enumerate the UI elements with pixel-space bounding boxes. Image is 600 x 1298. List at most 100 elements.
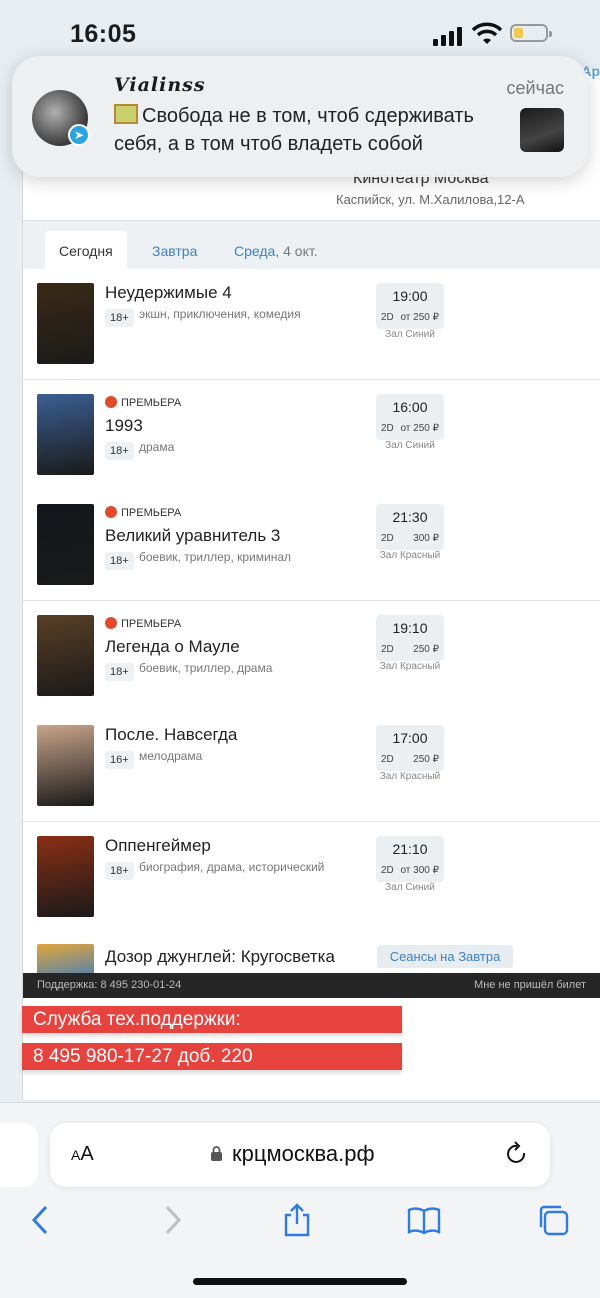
session-time: 19:00 [392,288,428,304]
premiere-label: ПРЕМЬЕРА [121,617,182,630]
tab-today[interactable]: Сегодня [45,231,127,272]
movie-item[interactable]: ПРЕМЬЕРА Великий уравнитель 3 18+ боевик, т… [23,490,600,601]
hall-name: Зал Красный [379,771,441,782]
tab-wednesday[interactable]: Среда, 4 окт. [234,243,318,259]
previous-tab-urlbar[interactable] [0,1123,38,1187]
movie-item[interactable]: ПРЕМЬЕРА 1993 18+ драма 16:00 2D от 250 ₽ З… [23,379,600,491]
session-button[interactable]: 19:10 2D 250 ₽ [376,614,444,661]
age-rating: 18+ [105,552,134,570]
premiere-badge: ПРЕМЬЕРА [105,395,181,409]
movie-title[interactable]: После. Навсегда [105,725,237,745]
premiere-icon [105,506,117,518]
notification-message: Свобода не в том, чтоб сдерживать себя, … [114,102,524,158]
session-price: 300 ₽ [413,533,439,544]
forward-icon[interactable] [155,1203,189,1237]
sessions-tomorrow-button[interactable]: Сеансы на Завтра [377,945,513,968]
movie-item[interactable]: ПРЕМЬЕРА Легенда о Мауле 18+ боевик, трилле… [23,600,600,712]
movie-item[interactable]: Оппенгеймер 18+ биография, драма, историче… [23,821,600,933]
session-format: 2D [381,533,394,544]
movie-title[interactable]: Оппенгеймер [105,836,211,856]
movie-poster[interactable] [37,944,94,973]
tabs-icon[interactable] [536,1203,570,1237]
premiere-icon [105,395,117,408]
premiere-badge: ПРЕМЬЕРА [105,506,181,519]
session-button[interactable]: 19:00 2D от 250 ₽ [376,283,444,329]
notification-banner[interactable]: ➤ Vialinss сейчас Свобода не в том, чтоб… [12,56,588,177]
movie-genres: боевик, триллер, драма [139,660,273,675]
movie-title[interactable]: Дозор джунглей: Кругосветка [105,947,335,967]
telegram-icon: ➤ [68,124,90,146]
cellular-signal-icon [433,26,463,46]
support-banner-title: Служба тех.поддержки: [22,1006,402,1033]
age-rating: 18+ [105,309,134,327]
session-button[interactable]: 17:00 2D 250 ₽ [376,725,444,771]
movie-title[interactable]: Неудержимые 4 [105,283,232,303]
movie-poster[interactable] [37,283,94,364]
movie-title[interactable]: Легенда о Мауле [105,637,240,657]
session-price: 250 ₽ [413,754,439,765]
session-format: 2D [381,643,394,655]
text-size-button[interactable]: AA [71,1143,94,1166]
session-format: 2D [381,422,394,434]
session-price: от 250 ₽ [400,422,439,434]
age-rating: 18+ [105,861,134,880]
share-icon[interactable] [280,1203,314,1237]
session-time: 21:10 [392,840,428,857]
notification-sender: Vialinss [114,74,206,96]
notification-thumbnail [520,108,564,152]
tab-tomorrow[interactable]: Завтра [152,243,197,259]
battery-icon [510,24,552,42]
hall-name: Зал Красный [379,550,441,561]
session-button[interactable]: 21:30 2D 300 ₽ [376,504,444,550]
session-button[interactable]: 21:10 2D от 300 ₽ [376,835,444,882]
wifi-icon [472,22,502,44]
movie-poster[interactable] [37,504,94,585]
hall-name: Зал Синий [385,881,435,893]
back-icon[interactable] [24,1203,58,1237]
reload-icon[interactable] [505,1141,529,1167]
movie-poster[interactable] [37,725,94,806]
movie-genres: биография, драма, исторический [139,859,325,874]
cinema-address: Каспийск, ул. М.Халилова,12-А [336,192,525,207]
session-price: от 250 ₽ [400,312,439,323]
age-rating: 16+ [105,751,134,769]
browser-toolbar: AA крцмосква.рф [0,1102,600,1298]
session-price: 250 ₽ [413,643,439,655]
movie-genres: экшн, приключения, комедия [139,307,301,321]
session-time: 21:30 [392,509,428,525]
movie-poster[interactable] [37,835,94,917]
movie-item[interactable]: Дозор джунглей: Кругосветка [23,930,600,973]
home-indicator [193,1278,407,1285]
movie-poster[interactable] [37,614,94,696]
tab-wednesday-date: 4 окт. [283,243,318,259]
premiere-icon [105,616,117,629]
status-time: 16:05 [70,20,137,48]
movie-title[interactable]: Великий уравнитель 3 [105,526,280,546]
notification-time: сейчас [506,78,564,98]
no-ticket-link[interactable]: Мне не пришёл билет [474,979,586,991]
movie-genres: боевик, триллер, криминал [139,550,291,564]
day-tabs: Сегодня Завтра Среда, 4 окт. [23,220,600,272]
session-format: 2D [381,312,394,323]
support-banner-phone: 8 495 980-17-27 доб. 220 [22,1043,402,1070]
footer-support-phone: Поддержка: 8 495 230-01-24 [37,979,182,991]
movie-genres: мелодрама [139,749,203,763]
hall-name: Зал Красный [379,660,441,672]
url-text[interactable]: крцмосква.рф [232,1141,375,1167]
movie-genres: драма [139,439,175,454]
session-button[interactable]: 16:00 2D от 250 ₽ [376,393,444,440]
premiere-badge: ПРЕМЬЕРА [105,616,182,630]
age-rating: 18+ [105,662,134,681]
age-rating: 18+ [105,441,134,460]
movie-item[interactable]: Неудержимые 4 18+ экшн, приключения, комед… [23,269,600,380]
movie-poster[interactable] [37,393,94,475]
movie-item[interactable]: После. Навсегда 16+ мелодрама 17:00 2D 250… [23,711,600,822]
address-bar[interactable]: AA крцмосква.рф [50,1123,550,1187]
movie-title[interactable]: 1993 [105,416,143,436]
text-size-small: A [71,1147,81,1163]
session-time: 16:00 [392,398,428,415]
bookmarks-icon[interactable] [407,1203,441,1237]
text-size-large: A [80,1143,94,1165]
notification-text: Свобода не в том, чтоб сдерживать себя, … [114,105,474,155]
hall-name: Зал Синий [385,329,435,340]
